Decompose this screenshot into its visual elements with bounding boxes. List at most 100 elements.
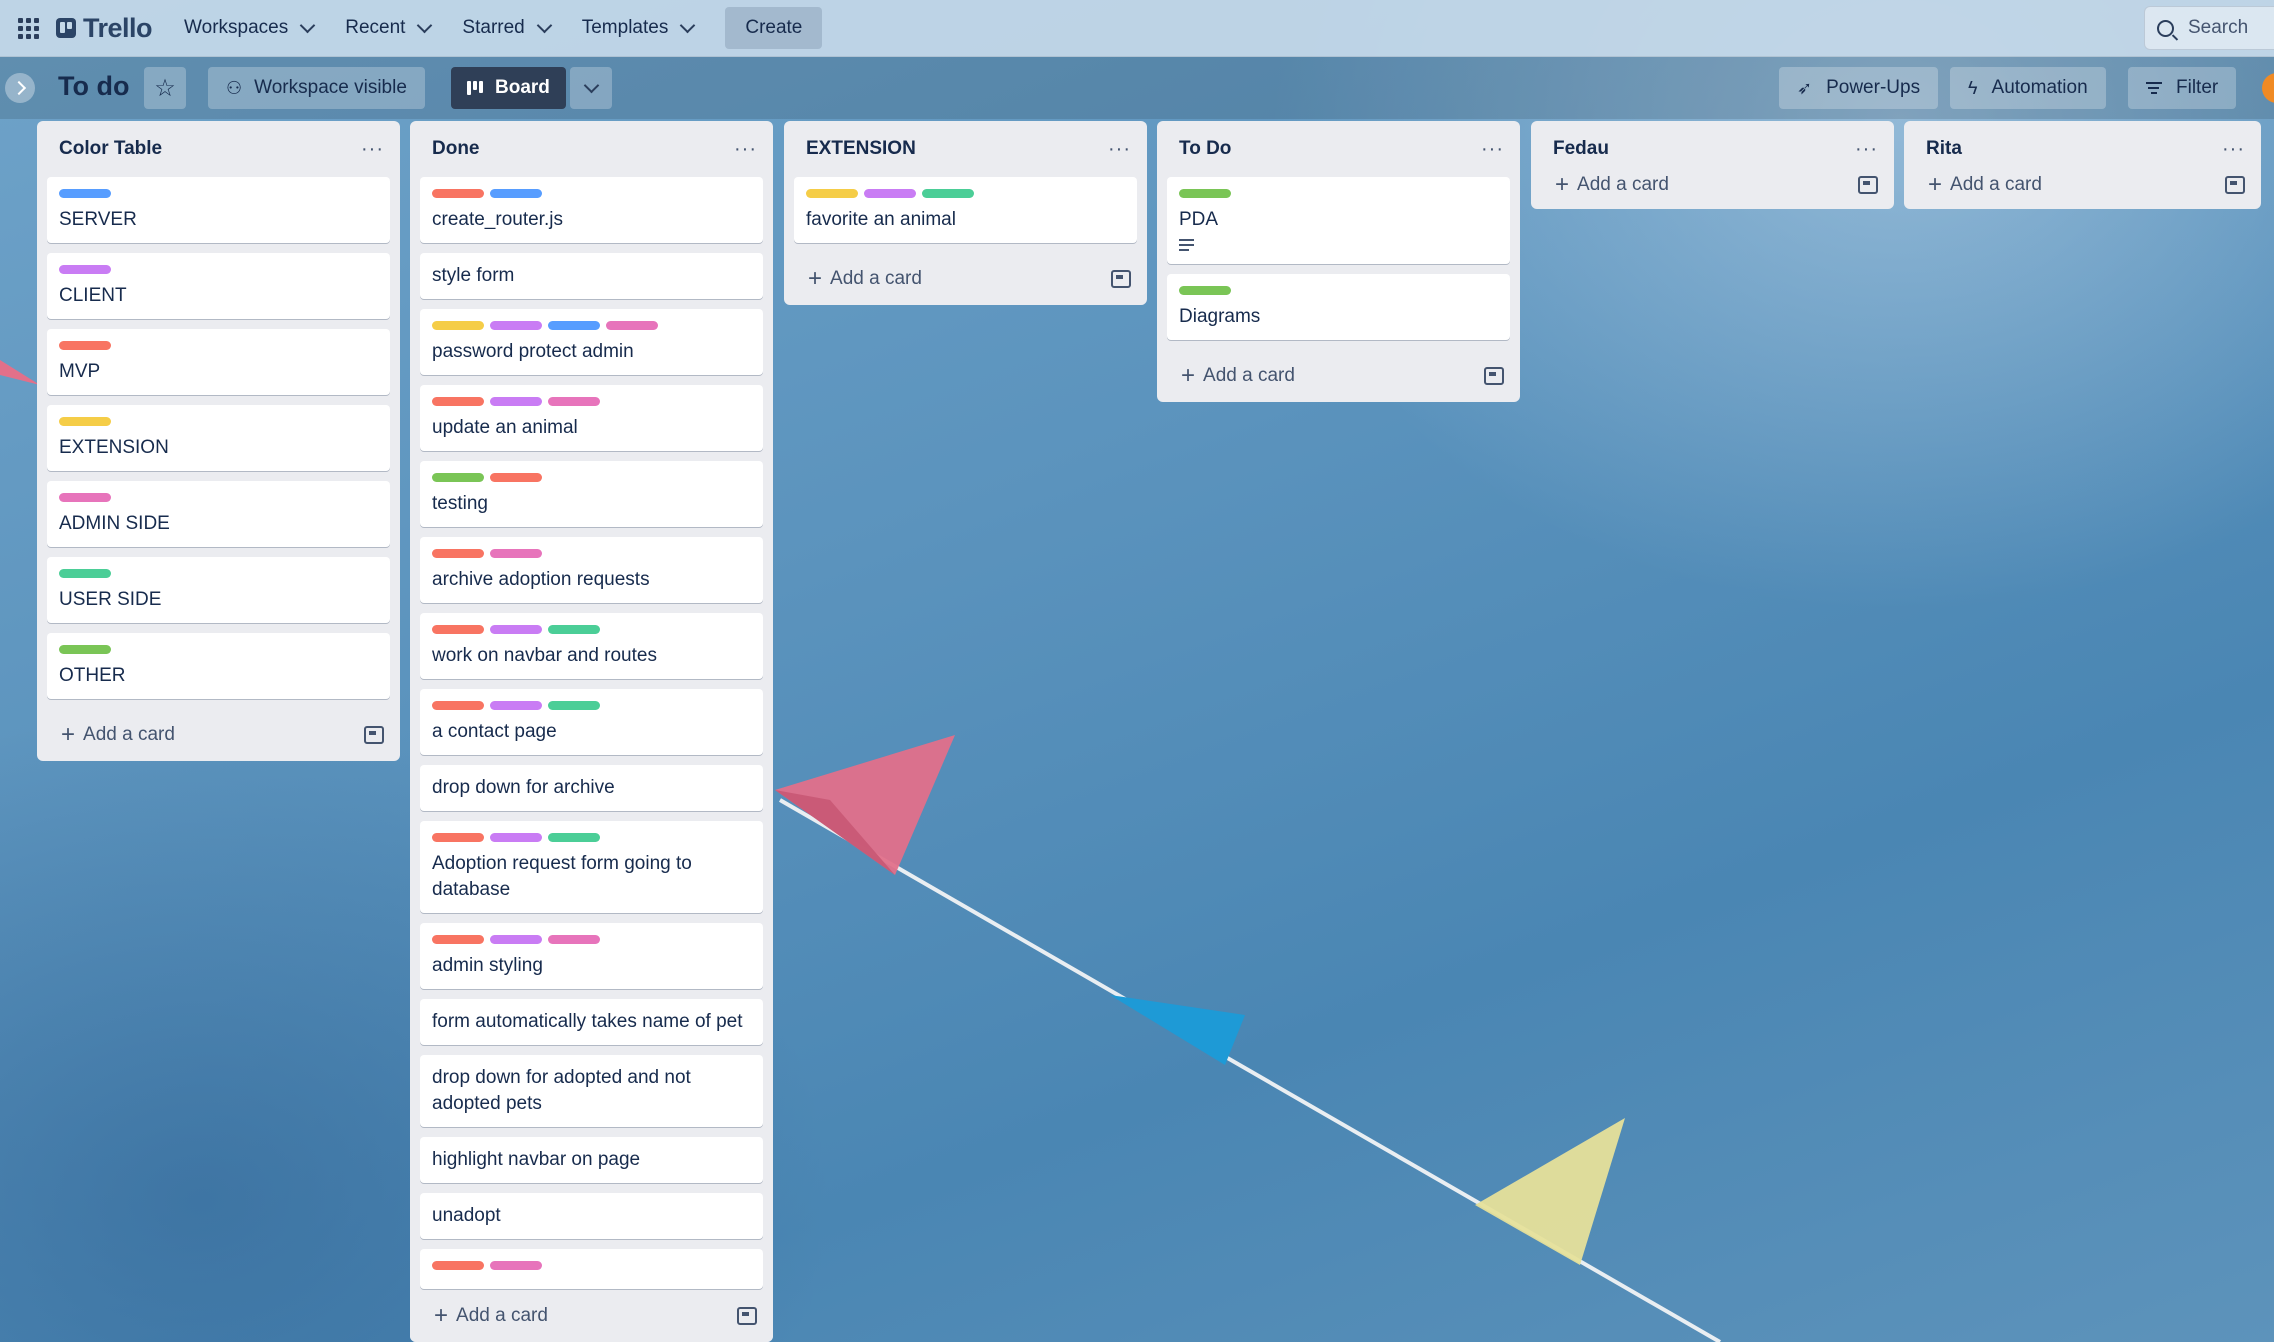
card[interactable] [420, 1249, 763, 1289]
add-card-button[interactable]: + Add a card [1928, 173, 2042, 197]
app-switcher-icon[interactable] [16, 16, 40, 40]
create-from-template-icon[interactable] [737, 1307, 757, 1325]
create-button[interactable]: Create [725, 7, 823, 49]
power-ups-button[interactable]: ➶ Power-Ups [1779, 67, 1939, 109]
list-header[interactable]: Done ··· [410, 121, 773, 177]
trello-logo-text: Trello [83, 12, 153, 43]
card[interactable]: PDA [1167, 177, 1510, 264]
card[interactable]: update an animal [420, 385, 763, 451]
more-options-icon[interactable]: ··· [361, 138, 384, 161]
trello-logo[interactable]: Trello [56, 12, 153, 44]
nav-templates[interactable]: Templates [568, 8, 708, 48]
card[interactable]: create_router.js [420, 177, 763, 243]
card[interactable]: form automatically takes name of pet [420, 999, 763, 1045]
card[interactable]: USER SIDE [47, 557, 390, 623]
nav-recent[interactable]: Recent [331, 8, 444, 48]
create-from-template-icon[interactable] [2225, 176, 2245, 194]
list-header[interactable]: Color Table ··· [37, 121, 400, 177]
card[interactable]: highlight navbar on page [420, 1137, 763, 1183]
add-card-label: Add a card [456, 1305, 548, 1326]
add-card-row: + Add a card [1904, 161, 2261, 209]
view-switcher-button[interactable] [570, 67, 612, 109]
card[interactable]: testing [420, 461, 763, 527]
card[interactable]: style form [420, 253, 763, 299]
card[interactable]: archive adoption requests [420, 537, 763, 603]
list-done: Done ··· create_router.jsstyle form passw… [410, 121, 773, 1342]
card[interactable]: a contact page [420, 689, 763, 755]
list-header[interactable]: EXTENSION ··· [784, 121, 1147, 177]
create-from-template-icon[interactable] [364, 726, 384, 744]
nav-starred[interactable]: Starred [448, 8, 563, 48]
nav-workspaces[interactable]: Workspaces [170, 8, 327, 48]
card[interactable]: CLIENT [47, 253, 390, 319]
list-title[interactable]: Rita [1926, 138, 1962, 160]
filter-icon [2146, 82, 2162, 94]
more-options-icon[interactable]: ··· [2222, 138, 2245, 161]
create-from-template-icon[interactable] [1111, 270, 1131, 288]
automation-button[interactable]: ϟ Automation [1950, 67, 2106, 109]
label-yellow [432, 321, 484, 330]
more-options-icon[interactable]: ··· [1481, 138, 1504, 161]
search-box[interactable] [2144, 6, 2274, 50]
card[interactable]: unadopt [420, 1193, 763, 1239]
more-options-icon[interactable]: ··· [1855, 138, 1878, 161]
card[interactable]: Diagrams [1167, 274, 1510, 340]
card[interactable]: work on navbar and routes [420, 613, 763, 679]
card-title: a contact page [432, 721, 557, 742]
card[interactable]: password protect admin [420, 309, 763, 375]
card[interactable]: Adoption request form going to database [420, 821, 763, 913]
card-title: highlight navbar on page [432, 1149, 641, 1170]
card-title: testing [432, 493, 488, 514]
card[interactable]: OTHER [47, 633, 390, 699]
card[interactable]: MVP [47, 329, 390, 395]
add-card-button[interactable]: + Add a card [1555, 173, 1669, 197]
card-title: password protect admin [432, 341, 634, 362]
list-header[interactable]: To Do ··· [1157, 121, 1520, 177]
card[interactable]: EXTENSION [47, 405, 390, 471]
card-labels [59, 417, 378, 426]
card-title: update an animal [432, 417, 578, 438]
star-board-button[interactable]: ☆ [144, 67, 186, 109]
list-title[interactable]: To Do [1179, 138, 1231, 160]
card[interactable]: SERVER [47, 177, 390, 243]
card-labels [432, 935, 751, 944]
board-view-button[interactable]: Board [451, 67, 566, 109]
power-ups-label: Power-Ups [1826, 77, 1921, 98]
add-card-button[interactable]: + Add a card [808, 267, 922, 291]
card[interactable]: favorite an animal [794, 177, 1137, 243]
label-pink [606, 321, 658, 330]
card-title: EXTENSION [59, 437, 169, 458]
rocket-icon: ➶ [1797, 77, 1813, 98]
list-title[interactable]: Done [432, 138, 480, 160]
list-title[interactable]: EXTENSION [806, 138, 916, 160]
more-options-icon[interactable]: ··· [1108, 138, 1131, 161]
add-card-button[interactable]: + Add a card [434, 1304, 548, 1328]
more-options-icon[interactable]: ··· [734, 138, 757, 161]
add-card-button[interactable]: + Add a card [61, 723, 175, 747]
filter-button[interactable]: Filter [2128, 67, 2237, 109]
card-list: create_router.jsstyle form password prote… [410, 177, 773, 1290]
add-card-button[interactable]: + Add a card [1181, 364, 1295, 388]
avatar[interactable] [2262, 73, 2274, 103]
card[interactable]: admin styling [420, 923, 763, 989]
label-red [432, 625, 484, 634]
create-from-template-icon[interactable] [1484, 367, 1504, 385]
card[interactable]: drop down for adopted and not adopted pe… [420, 1055, 763, 1127]
label-red [432, 1261, 484, 1270]
card[interactable]: drop down for archive [420, 765, 763, 811]
card[interactable]: ADMIN SIDE [47, 481, 390, 547]
board-title[interactable]: To do [58, 71, 129, 102]
nav-recent-label: Recent [345, 17, 406, 38]
visibility-button[interactable]: ⚇ Workspace visible [208, 67, 425, 109]
add-card-label: Add a card [83, 724, 175, 745]
sidebar-expand-button[interactable] [5, 73, 35, 103]
list-title[interactable]: Fedau [1553, 138, 1609, 160]
list-title[interactable]: Color Table [59, 138, 162, 160]
card-title: USER SIDE [59, 589, 162, 610]
create-from-template-icon[interactable] [1858, 176, 1878, 194]
description-icon [1179, 239, 1194, 251]
search-input[interactable] [2186, 16, 2270, 40]
card-labels [432, 549, 751, 558]
add-card-label: Add a card [1577, 174, 1669, 195]
card-title: ADMIN SIDE [59, 513, 170, 534]
